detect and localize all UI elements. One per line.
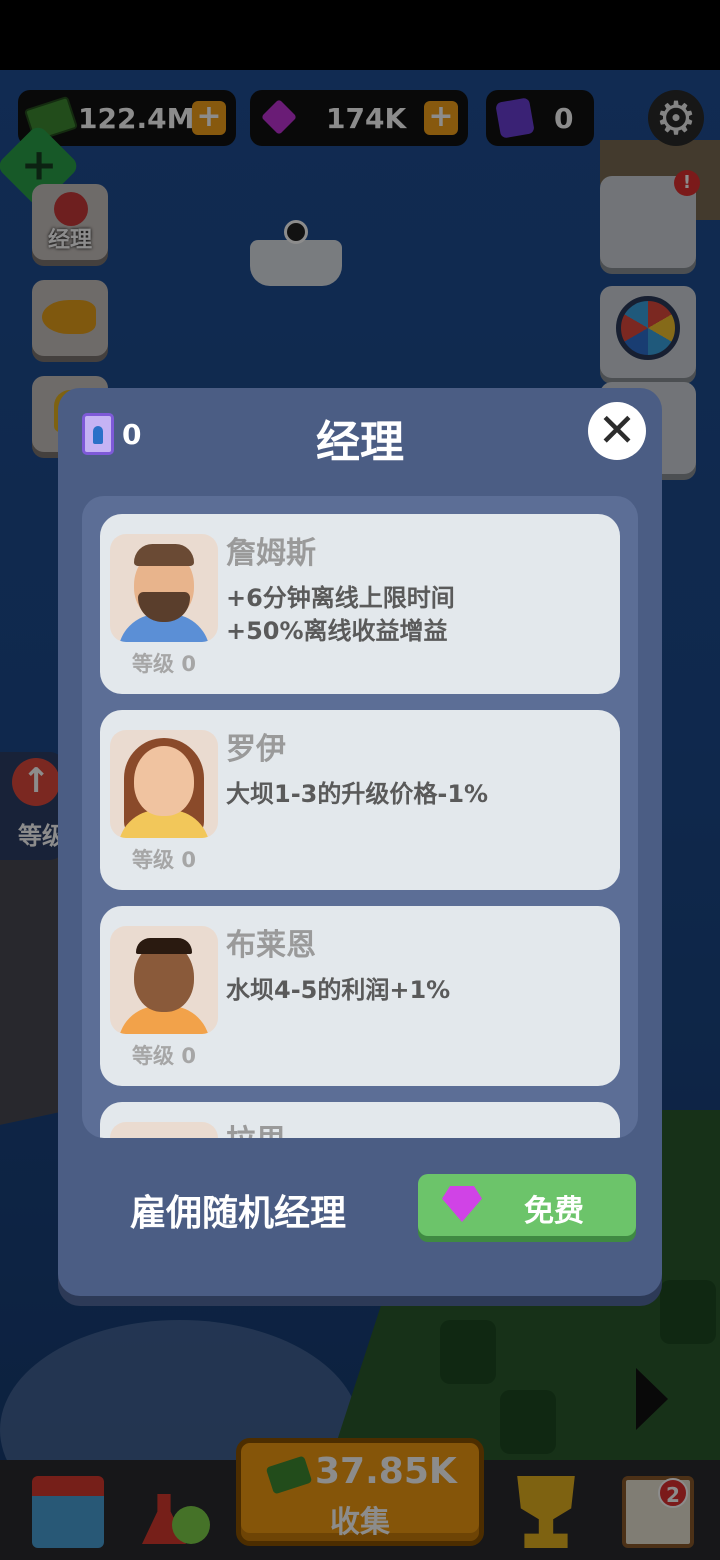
hire-random-manager-label: 雇佣随机经理 [130, 1193, 347, 1234]
avatar [110, 534, 218, 642]
manager-card-roy[interactable]: 等级 0 罗伊 大坝1-3的升级价格-1% [100, 710, 620, 890]
manager-card-james[interactable]: 等级 0 詹姆斯 +6分钟离线上限时间 +50%离线收益增益 [100, 514, 620, 694]
manager-description: 大坝1-3的升级价格-1% [226, 780, 489, 808]
close-icon[interactable]: ✕ [588, 402, 646, 460]
manager-card-larry[interactable]: 拉里 [100, 1102, 620, 1138]
manager-name: 拉里 [226, 1116, 286, 1138]
gem-icon [438, 1186, 486, 1222]
manager-modal: 0 经理 ✕ 等级 0 詹姆斯 +6分钟离线上限时间 +50%离线收益增益 等级… [58, 388, 662, 1296]
manager-list[interactable]: 等级 0 詹姆斯 +6分钟离线上限时间 +50%离线收益增益 等级 0 罗伊 大… [82, 496, 638, 1138]
hire-free-button[interactable]: 免费 [418, 1174, 636, 1236]
manager-card-brian[interactable]: 等级 0 布莱恩 水坝4-5的利润+1% [100, 906, 620, 1086]
avatar-face [134, 746, 194, 816]
manager-name: 罗伊 [226, 732, 286, 767]
avatar-hair [136, 938, 192, 954]
manager-name: 布莱恩 [226, 928, 316, 963]
avatar [110, 1122, 218, 1138]
manager-description: 水坝4-5的利润+1% [226, 976, 451, 1004]
avatar [110, 926, 218, 1034]
avatar [110, 730, 218, 838]
manager-level: 等级 0 [132, 1044, 196, 1068]
hire-button-label: 免费 [524, 1194, 584, 1229]
modal-title: 经理 [316, 417, 404, 468]
manager-level: 等级 0 [132, 652, 196, 676]
manager-level: 等级 0 [132, 848, 196, 872]
manager-name: 詹姆斯 [226, 536, 316, 571]
avatar-hair [134, 544, 194, 566]
manager-description: +6分钟离线上限时间 +50%离线收益增益 [226, 584, 455, 645]
